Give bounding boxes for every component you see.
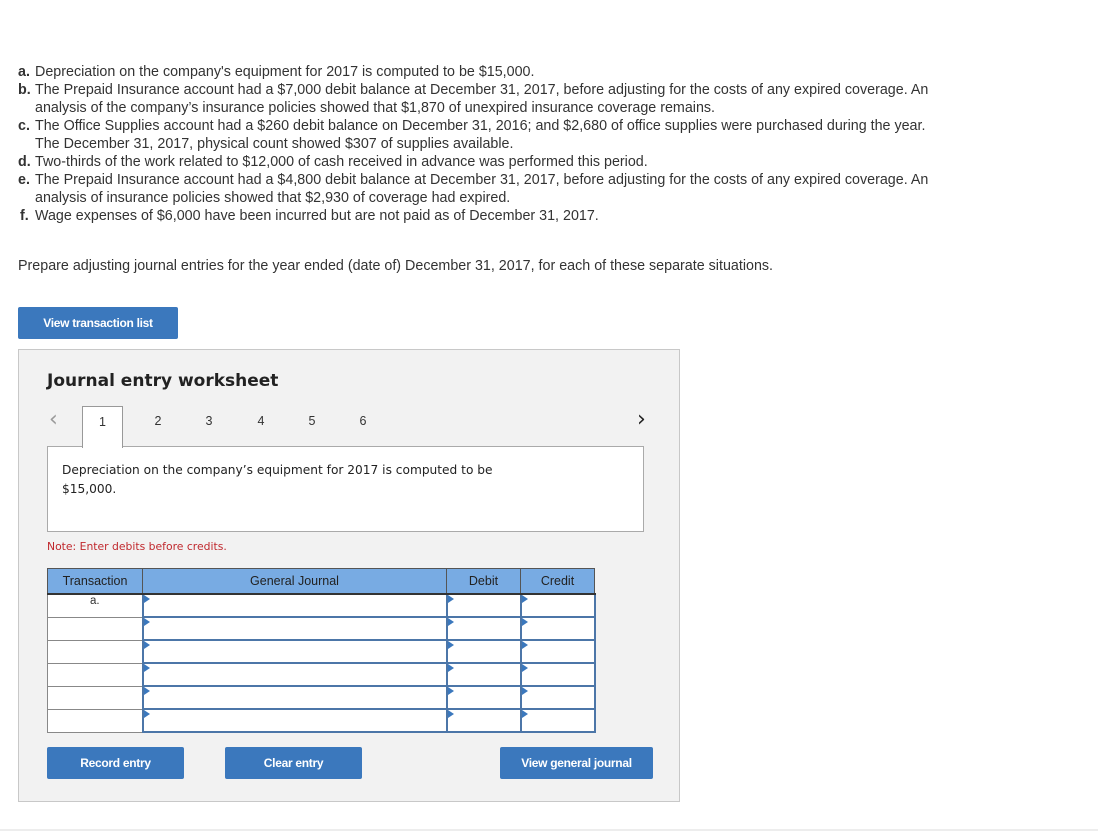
problem-item-b: b. The Prepaid Insurance account had a $7… [18,81,938,117]
table-row [47,639,596,664]
header-transaction: Transaction [47,568,143,595]
dropdown-marker-icon [143,710,150,718]
item-label: b. [18,82,31,98]
dropdown-marker-icon [143,618,150,626]
item-label: c. [18,118,30,134]
item-text: Wage expenses of $6,000 have been incurr… [35,208,599,224]
general-journal-input[interactable] [141,662,448,687]
table-row [47,685,596,710]
worksheet-title: Journal entry worksheet [47,371,279,391]
dropdown-marker-icon [143,595,150,603]
table-row [47,708,596,733]
dropdown-marker-icon [521,687,528,695]
table-row: a. [47,593,596,618]
record-entry-button[interactable]: Record entry [47,747,184,779]
problem-item-e: e. The Prepaid Insurance account had a $4… [18,171,938,207]
debit-input[interactable] [445,593,522,618]
transaction-cell [47,616,143,641]
item-text: The Office Supplies account had a $260 d… [35,118,926,152]
dropdown-marker-icon [447,687,454,695]
dropdown-marker-icon [521,664,528,672]
general-journal-input[interactable] [141,685,448,710]
debit-input[interactable] [445,662,522,687]
debit-input[interactable] [445,639,522,664]
transaction-cell [47,708,143,733]
header-debit: Debit [446,568,521,595]
item-label: d. [18,154,31,170]
table-row [47,616,596,641]
transaction-cell: a. [47,593,143,618]
tab-6[interactable]: 6 [343,406,383,447]
problem-list: a. Depreciation on the company's equipmen… [18,63,938,225]
credit-input[interactable] [519,593,596,618]
general-journal-input[interactable] [141,639,448,664]
journal-table: Transaction General Journal Debit Credit… [47,568,596,733]
note-text: Note: Enter debits before credits. [47,540,227,553]
item-text: Depreciation on the company's equipment … [35,64,535,80]
dropdown-marker-icon [447,664,454,672]
item-label: f. [20,208,29,224]
problem-item-d: d. Two-thirds of the work related to $12,… [18,153,938,171]
dropdown-marker-icon [521,618,528,626]
dropdown-marker-icon [521,641,528,649]
dropdown-marker-icon [143,641,150,649]
debit-input[interactable] [445,708,522,733]
item-text: The Prepaid Insurance account had a $4,8… [35,172,929,206]
header-general-journal: General Journal [142,568,447,595]
tab-5[interactable]: 5 [292,406,332,447]
item-label: e. [18,172,30,188]
table-row [47,662,596,687]
view-general-journal-button[interactable]: View general journal [500,747,653,779]
transaction-cell [47,639,143,664]
dropdown-marker-icon [521,710,528,718]
journal-entry-worksheet: Journal entry worksheet ‹ 1 2 3 4 5 6 › … [18,349,680,802]
item-text: The Prepaid Insurance account had a $7,0… [35,82,929,116]
item-text: Two-thirds of the work related to $12,00… [35,154,648,170]
transaction-cell [47,662,143,687]
dropdown-marker-icon [143,664,150,672]
header-credit: Credit [520,568,595,595]
problem-item-a: a. Depreciation on the company's equipmen… [18,63,938,81]
credit-input[interactable] [519,662,596,687]
tab-3[interactable]: 3 [189,406,229,447]
chevron-right-icon[interactable]: › [637,408,646,432]
debit-input[interactable] [445,616,522,641]
tab-1[interactable]: 1 [82,406,123,448]
view-transaction-list-button[interactable]: View transaction list [18,307,178,339]
dropdown-marker-icon [447,618,454,626]
tab-2[interactable]: 2 [138,406,178,447]
general-journal-input[interactable] [141,593,448,618]
credit-input[interactable] [519,685,596,710]
problem-item-f: f. Wage expenses of $6,000 have been incu… [18,207,938,225]
tab-4[interactable]: 4 [241,406,281,447]
clear-entry-button[interactable]: Clear entry [225,747,362,779]
transaction-description: Depreciation on the company’s equipment … [62,463,493,496]
debit-input[interactable] [445,685,522,710]
credit-input[interactable] [519,616,596,641]
general-journal-input[interactable] [141,708,448,733]
credit-input[interactable] [519,708,596,733]
chevron-left-icon[interactable]: ‹ [49,408,58,432]
table-header-row: Transaction General Journal Debit Credit [47,568,595,595]
credit-input[interactable] [519,639,596,664]
dropdown-marker-icon [143,687,150,695]
transaction-description-box: Depreciation on the company’s equipment … [47,446,644,532]
general-journal-input[interactable] [141,616,448,641]
instruction-text: Prepare adjusting journal entries for th… [18,258,774,274]
dropdown-marker-icon [521,595,528,603]
dropdown-marker-icon [447,710,454,718]
dropdown-marker-icon [447,641,454,649]
problem-item-c: c. The Office Supplies account had a $260… [18,117,938,153]
item-label: a. [18,64,30,80]
transaction-cell [47,685,143,710]
dropdown-marker-icon [447,595,454,603]
